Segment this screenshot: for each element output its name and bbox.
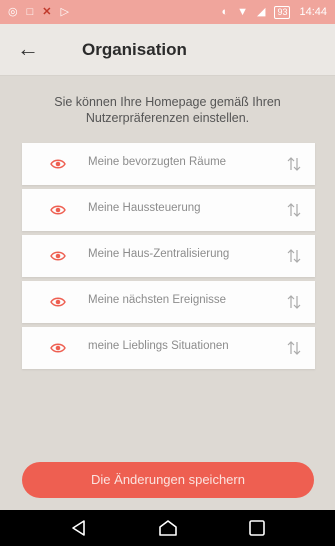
list-item[interactable]: Meine bevorzugten Räume (22, 143, 315, 185)
list-item[interactable]: Meine nächsten Ereignisse (22, 281, 315, 323)
list-item-label: Meine bevorzugten Räume (88, 156, 227, 168)
list-item-label: meine Lieblings Situationen (88, 340, 229, 352)
app-screen: ◎ □ ✕ ▷ ◐ ▼ ◢ 93 14:44 ← Organisation Si… (0, 0, 335, 546)
eye-icon[interactable] (50, 294, 66, 310)
app-bar: ← Organisation (0, 24, 335, 76)
back-arrow-icon[interactable]: ← (15, 37, 41, 63)
page-title: Organisation (82, 40, 187, 59)
reorder-icon[interactable] (285, 293, 303, 311)
eye-icon[interactable] (50, 248, 66, 264)
status-bar-right: ◐ ▼ ◢ 93 14:44 (221, 5, 327, 19)
notification-icon: □ (26, 6, 34, 18)
reorder-icon[interactable] (285, 155, 303, 173)
nav-home-icon[interactable] (157, 518, 179, 538)
status-bar: ◎ □ ✕ ▷ ◐ ▼ ◢ 93 14:44 (0, 0, 335, 24)
save-button[interactable]: Die Änderungen speichern (22, 462, 314, 498)
list-item-label: Meine Haussteuerung (88, 202, 201, 214)
list-item[interactable]: Meine Haussteuerung (22, 189, 315, 231)
whatsapp-icon: ◎ (8, 6, 18, 18)
nav-back-icon[interactable] (68, 518, 90, 538)
battery-icon: 93 (274, 5, 291, 19)
reorder-icon[interactable] (285, 339, 303, 357)
play-icon: ▷ (60, 6, 69, 18)
eye-icon[interactable] (50, 202, 66, 218)
list-item-label: Meine Haus-Zentralisierung (88, 248, 230, 260)
signal-icon: ◢ (256, 6, 266, 18)
list-item[interactable]: Meine Haus-Zentralisierung (22, 235, 315, 277)
list-item-label: Meine nächsten Ereignisse (88, 294, 227, 306)
eye-icon[interactable] (50, 340, 66, 356)
system-nav-bar (0, 510, 335, 546)
eye-icon[interactable] (50, 156, 66, 172)
preference-list: Meine bevorzugten Räume Meine Haussteuer… (22, 143, 315, 373)
reorder-icon[interactable] (285, 247, 303, 265)
list-item[interactable]: meine Lieblings Situationen (22, 327, 315, 369)
nav-recents-icon[interactable] (246, 518, 268, 538)
status-time: 14:44 (299, 6, 327, 18)
intro-text: Sie können Ihre Homepage gemäß Ihren Nut… (54, 95, 281, 125)
sync-icon: ◐ (221, 6, 229, 18)
status-bar-left: ◎ □ ✕ ▷ (8, 5, 69, 19)
reorder-icon[interactable] (285, 201, 303, 219)
close-icon: ✕ (42, 6, 52, 18)
wifi-icon: ▼ (237, 6, 248, 18)
